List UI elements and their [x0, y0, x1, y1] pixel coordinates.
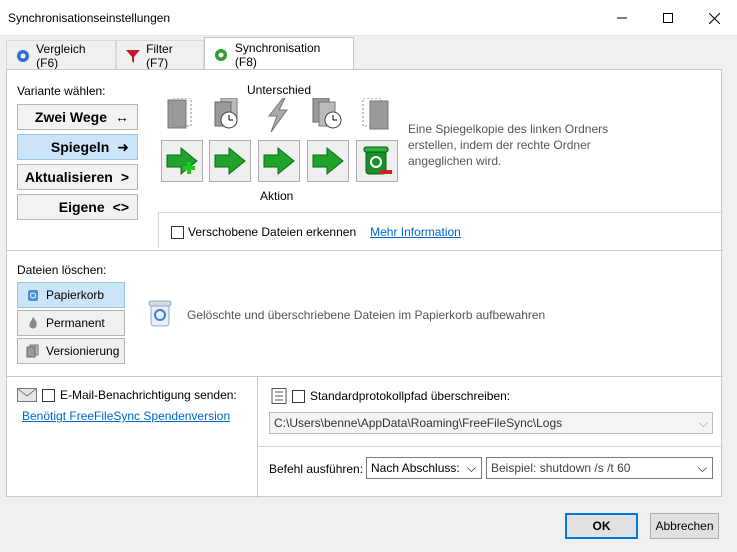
run-when-value: Nach Abschluss:	[371, 461, 460, 475]
variant-mirror-label: Spiegeln	[50, 139, 110, 155]
title-bar: Synchronisationseinstellungen	[0, 0, 737, 36]
recycle-bin-delete-icon	[363, 146, 392, 175]
moved-files-checkbox[interactable]	[171, 225, 184, 239]
action-overwrite-different-button[interactable]	[258, 140, 300, 182]
versioning-label: Versionierung	[46, 344, 120, 358]
action-create-right-button[interactable]	[161, 140, 203, 182]
moved-files-label: Verschobene Dateien erkennen	[188, 225, 357, 239]
two-way-arrow-icon: ↔	[115, 109, 129, 125]
variant-update-label: Aktualisieren	[24, 169, 113, 185]
recycle-bin-large-icon	[148, 300, 172, 327]
delete-description: Gelöschte und überschriebene Dateien im …	[187, 308, 546, 322]
command-label: Befehl ausführen:	[269, 462, 364, 476]
action-overwrite-right-newer-button[interactable]	[307, 140, 349, 182]
variant-update-button[interactable]: Aktualisieren >	[17, 164, 138, 190]
tab-synchronisation-label: Synchronisation (F8)	[234, 40, 321, 69]
separator	[7, 376, 723, 377]
gear-blue-icon	[17, 49, 29, 62]
moved-files-row: Verschobene Dateien erkennen Mehr Inform…	[171, 225, 461, 239]
difference-label: Unterschied	[247, 83, 312, 97]
chevron-right-icon: >	[120, 169, 129, 185]
variant-description: Eine Spiegelkopie des linken Ordners ers…	[408, 122, 609, 168]
window-title: Synchronisationseinstellungen	[8, 11, 171, 25]
flame-icon	[29, 317, 37, 329]
log-path-value: C:\Users\benne\AppData\Roaming\FreeFileS…	[274, 416, 563, 430]
maximize-icon	[663, 13, 673, 23]
permanent-label: Permanent	[46, 316, 105, 330]
action-overwrite-newer-button[interactable]	[209, 140, 251, 182]
left-newer-file-icon	[214, 98, 238, 129]
delete-versioning-button[interactable]: Versionierung	[17, 338, 125, 364]
green-arrow-icon	[263, 146, 295, 176]
maximize-button[interactable]	[645, 0, 691, 36]
log-path-label: Standardprotokollpfad überschreiben:	[310, 389, 511, 403]
log-row: Standardprotokollpfad überschreiben:	[269, 388, 510, 404]
variant-custom-label: Eigene	[58, 199, 105, 215]
close-icon	[708, 12, 720, 24]
command-input[interactable]: Beispiel: shutdown /s /t 60 ⌵	[486, 457, 713, 479]
more-information-link[interactable]: Mehr Information	[370, 225, 461, 239]
run-when-select[interactable]: Nach Abschluss: ⌵	[366, 457, 482, 479]
log-path-checkbox[interactable]	[292, 389, 305, 403]
email-checkbox[interactable]	[42, 388, 55, 402]
action-label: Aktion	[260, 189, 294, 203]
separator	[257, 376, 258, 498]
variant-two-way-label: Zwei Wege	[34, 109, 107, 125]
gear-green-icon	[215, 48, 227, 61]
variant-two-way-button[interactable]: Zwei Wege ↔	[17, 104, 138, 130]
log-path-input[interactable]: C:\Users\benne\AppData\Roaming\FreeFileS…	[269, 412, 713, 434]
minimize-button[interactable]	[599, 0, 645, 36]
separator	[7, 250, 723, 251]
ok-button[interactable]: OK	[565, 513, 638, 539]
separator	[158, 212, 159, 248]
tab-bar: Vergleich (F6) Filter (F7) Synchronisati…	[0, 36, 737, 71]
separator	[257, 446, 723, 447]
cancel-button[interactable]: Abbrechen	[650, 513, 719, 539]
command-value: Beispiel: shutdown /s /t 60	[491, 461, 631, 475]
donation-version-link[interactable]: Benötigt FreeFileSync Spendenversion	[22, 409, 230, 423]
green-arrow-icon	[312, 146, 344, 176]
delete-permanent-button[interactable]: Permanent	[17, 310, 125, 336]
chevron-down-icon: ⌵	[697, 461, 707, 475]
separator	[158, 212, 723, 213]
log-list-icon	[271, 388, 287, 404]
close-button[interactable]	[691, 0, 737, 36]
sync-settings-panel: Variante wählen: Zwei Wege ↔ Spiegeln ➜ …	[6, 69, 723, 498]
email-envelope-icon	[17, 388, 37, 402]
tab-compare-label: Vergleich (F6)	[36, 41, 86, 70]
variant-mirror-button[interactable]: Spiegeln ➜	[17, 134, 138, 160]
right-only-file-icon	[362, 98, 389, 130]
custom-brackets-icon: <>	[112, 199, 129, 215]
tab-filter-label: Filter (F7)	[146, 41, 173, 70]
action-delete-right-button[interactable]	[356, 140, 398, 182]
file-versions-icon	[26, 344, 39, 358]
delete-recycle-bin-button[interactable]: Papierkorb	[17, 282, 125, 308]
recycle-bin-icon	[28, 290, 38, 301]
recycle-bin-label: Papierkorb	[46, 288, 105, 302]
right-newer-file-icon	[312, 98, 342, 129]
green-arrow-plus-icon	[166, 146, 198, 176]
different-content-icon	[267, 98, 288, 132]
tab-filter[interactable]: Filter (F7)	[116, 40, 204, 70]
email-label: E-Mail-Benachrichtigung senden:	[60, 388, 237, 402]
funnel-icon	[126, 49, 140, 63]
left-only-file-icon	[167, 98, 192, 129]
variant-label: Variante wählen:	[17, 84, 106, 98]
delete-files-label: Dateien löschen:	[17, 263, 107, 277]
chevron-down-icon: ⌵	[698, 416, 708, 430]
tab-synchronisation[interactable]: Synchronisation (F8)	[204, 37, 354, 71]
email-row: E-Mail-Benachrichtigung senden:	[17, 388, 237, 402]
chevron-down-icon: ⌵	[466, 461, 476, 475]
tab-compare[interactable]: Vergleich (F6)	[6, 40, 116, 70]
minimize-icon	[617, 17, 627, 19]
right-arrow-icon: ➜	[117, 138, 129, 155]
variant-custom-button[interactable]: Eigene <>	[17, 194, 138, 220]
green-arrow-icon	[214, 146, 246, 176]
